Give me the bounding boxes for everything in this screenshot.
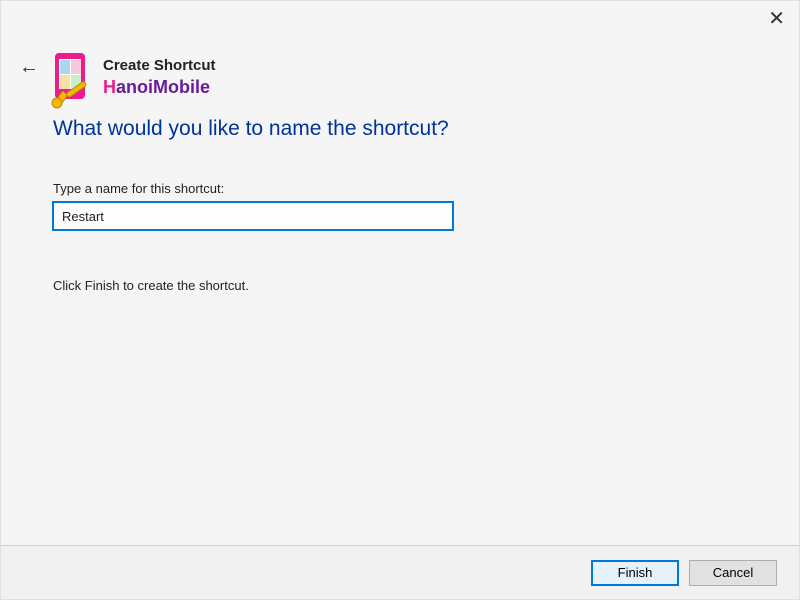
wizard-content: What would you like to name the shortcut… bbox=[53, 117, 747, 293]
finish-instruction: Click Finish to create the shortcut. bbox=[53, 278, 747, 293]
brand-rest: anoiMobile bbox=[116, 77, 210, 97]
button-bar: Finish Cancel bbox=[1, 545, 799, 599]
close-icon: ✕ bbox=[768, 8, 785, 30]
finish-button[interactable]: Finish bbox=[591, 560, 679, 586]
brand-first-letter: H bbox=[103, 77, 116, 97]
page-heading: What would you like to name the shortcut… bbox=[53, 117, 747, 141]
shortcut-name-input[interactable] bbox=[53, 202, 453, 230]
header: Create Shortcut HanoiMobile bbox=[45, 49, 216, 109]
close-button[interactable]: ✕ bbox=[768, 9, 785, 29]
back-arrow-icon: ← bbox=[19, 56, 39, 78]
title-block: Create Shortcut HanoiMobile bbox=[103, 49, 216, 99]
back-button[interactable]: ← bbox=[19, 57, 39, 77]
hanoimobile-logo-icon bbox=[45, 49, 101, 109]
shortcut-name-label: Type a name for this shortcut: bbox=[53, 181, 747, 196]
cancel-button[interactable]: Cancel bbox=[689, 560, 777, 586]
wizard-title: Create Shortcut bbox=[103, 57, 216, 75]
brand-text: HanoiMobile bbox=[103, 77, 216, 99]
